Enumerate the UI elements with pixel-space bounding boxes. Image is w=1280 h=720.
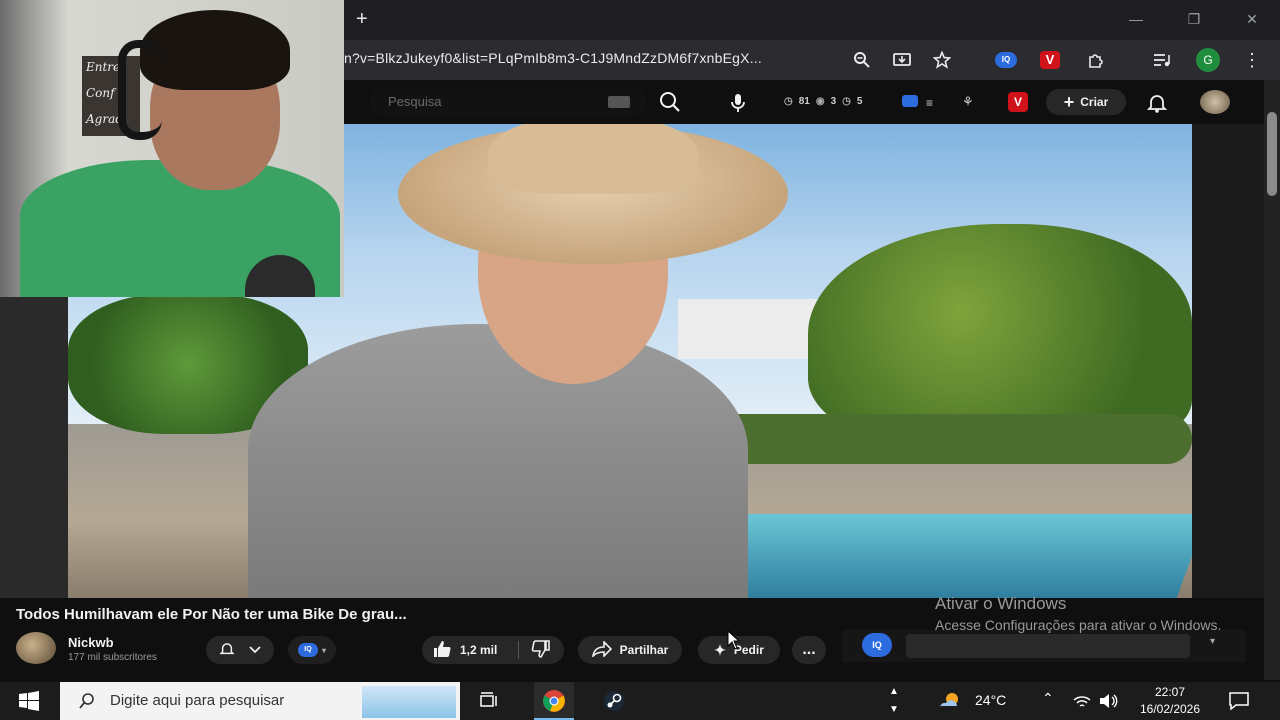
chrome-icon	[543, 690, 565, 712]
video-title: Todos Humilhavam ele Por Não ter uma Bik…	[16, 606, 407, 623]
webcam-person-hair	[140, 10, 290, 90]
plus-icon: +	[1063, 91, 1075, 112]
browser-menu-icon[interactable]: ⋮	[1238, 48, 1266, 72]
volume-icon[interactable]	[1098, 692, 1118, 710]
share-button[interactable]: Partilhar	[578, 636, 682, 664]
video-frame-building	[678, 299, 828, 359]
share-label: Partilhar	[619, 643, 669, 657]
video-frame-person-body	[248, 324, 748, 598]
steam-icon[interactable]	[602, 690, 626, 712]
search-icon[interactable]	[658, 90, 684, 116]
like-button[interactable]: 1,2 mil	[422, 640, 518, 661]
right-side-panel	[1192, 124, 1264, 598]
v-extension-icon[interactable]: V	[1036, 48, 1064, 72]
bell-icon	[219, 641, 235, 660]
left-gap-panel	[0, 297, 68, 598]
video-frame-tree	[808, 224, 1192, 444]
extensions-puzzle-icon[interactable]	[1082, 48, 1110, 72]
list-icon[interactable]: ≡	[926, 96, 933, 110]
stat-views: 81	[798, 96, 810, 107]
iq-panel-dropdown-icon[interactable]: ▾	[1210, 636, 1215, 647]
weather-icon[interactable]	[936, 690, 964, 712]
headphones-icon	[118, 40, 162, 140]
microphone-icon[interactable]	[728, 92, 748, 114]
iq-pill-button[interactable]: IQ ▾	[288, 636, 336, 664]
clock-icon: ◷	[784, 96, 793, 107]
notifications-center-icon[interactable]	[1228, 690, 1250, 712]
subscription-bell-button[interactable]	[206, 636, 274, 664]
like-dislike-group: 1,2 mil	[422, 636, 564, 664]
webcam-overlay: Entre Conf Agrad	[0, 0, 344, 297]
eye-icon: ◉	[815, 96, 825, 107]
iq-pill-label: IQ	[297, 643, 318, 657]
thumbs-down-icon	[531, 639, 551, 661]
more-actions-button[interactable]: ...	[792, 636, 826, 664]
profile-initial: G	[1196, 48, 1220, 72]
mouse-cursor-icon	[727, 629, 741, 650]
stat-other: 5	[856, 96, 863, 107]
taskbar-clock-date[interactable]: 16/02/2026	[1130, 702, 1210, 716]
iq-panel-logo[interactable]: IQ	[862, 633, 892, 657]
chevron-down-icon	[249, 643, 261, 657]
show-hidden-icons-icon[interactable]: ⌃	[1042, 690, 1054, 707]
create-label: Criar	[1080, 95, 1109, 109]
iq-small-icon[interactable]	[902, 95, 918, 107]
windows-start-icon[interactable]	[18, 691, 40, 711]
channel-avatar[interactable]	[16, 632, 56, 664]
video-frame-hedge	[708, 414, 1192, 464]
network-icon[interactable]	[1072, 692, 1092, 710]
iq-panel-field[interactable]	[906, 634, 1190, 658]
bookmark-star-icon[interactable]	[928, 48, 956, 72]
taskbar-clock-time[interactable]: 22:07	[1140, 685, 1200, 699]
chevron-down-small-icon: ▾	[321, 645, 326, 655]
install-app-icon[interactable]	[888, 48, 916, 72]
sign-line-1: Entre	[86, 60, 121, 74]
account-avatar[interactable]	[1200, 90, 1230, 114]
weather-temperature[interactable]: 24°C	[975, 692, 1006, 708]
channel-subscribers: 177 mil subscritores	[68, 652, 157, 663]
sparkle-icon: ✦	[714, 641, 726, 658]
taskbar-search-placeholder: Digite aqui para pesquisar	[110, 692, 285, 709]
media-controls-icon[interactable]	[1148, 48, 1176, 72]
task-view-icon[interactable]	[478, 690, 500, 712]
stat-watching: 3	[830, 96, 837, 107]
scrollbar-thumb[interactable]	[1267, 112, 1277, 196]
iq-extension-icon[interactable]: IQ	[992, 48, 1020, 72]
chrome-taskbar-button[interactable]	[534, 682, 574, 720]
minimize-button[interactable]: —	[1122, 8, 1150, 30]
share-arrow-icon	[591, 639, 612, 660]
trophy-icon[interactable]: ⚘	[962, 94, 974, 110]
notifications-bell-icon[interactable]	[1146, 92, 1168, 114]
zoom-icon[interactable]	[848, 48, 876, 72]
windows-activation-body: Acesse Configurações para ativar o Windo…	[935, 617, 1222, 633]
stats-group: ◷ 81 ◉ 3 ◷ 5	[784, 96, 862, 107]
like-count: 1,2 mil	[460, 643, 498, 657]
dislike-button[interactable]	[519, 639, 563, 661]
v-header-icon[interactable]: V	[1008, 92, 1028, 112]
thumbs-up-icon	[432, 640, 452, 661]
close-window-button[interactable]: ✕	[1238, 8, 1266, 30]
maximize-button[interactable]: ❐	[1180, 8, 1208, 30]
v-extension-label: V	[1040, 51, 1060, 69]
video-frame-hat-crown	[488, 124, 698, 194]
keyboard-icon[interactable]	[608, 96, 630, 108]
url-field[interactable]: n?v=BlkzJukeyf0&list=PLqPmIb8m3-C1J9MndZ…	[344, 50, 844, 72]
create-button[interactable]: + Criar	[1046, 89, 1126, 115]
new-tab-button[interactable]: +	[356, 8, 376, 30]
timer-icon: ◷	[842, 96, 851, 107]
sign-line-2: Conf	[86, 86, 115, 100]
chevron-up-icon[interactable]: ▲	[889, 686, 899, 697]
windows-activation-title: Ativar o Windows	[935, 594, 1067, 613]
search-highlight-image	[362, 686, 456, 718]
tray-scroll-buttons[interactable]: ▲ ▼	[884, 682, 906, 720]
search-placeholder: Pesquisa	[388, 94, 442, 109]
chevron-down-tray-icon[interactable]: ▼	[889, 704, 899, 715]
channel-name[interactable]: Nickwb	[68, 635, 114, 650]
iq-extension-label: IQ	[995, 52, 1017, 68]
profile-avatar[interactable]: G	[1194, 48, 1222, 72]
taskbar-search-icon	[78, 692, 96, 710]
